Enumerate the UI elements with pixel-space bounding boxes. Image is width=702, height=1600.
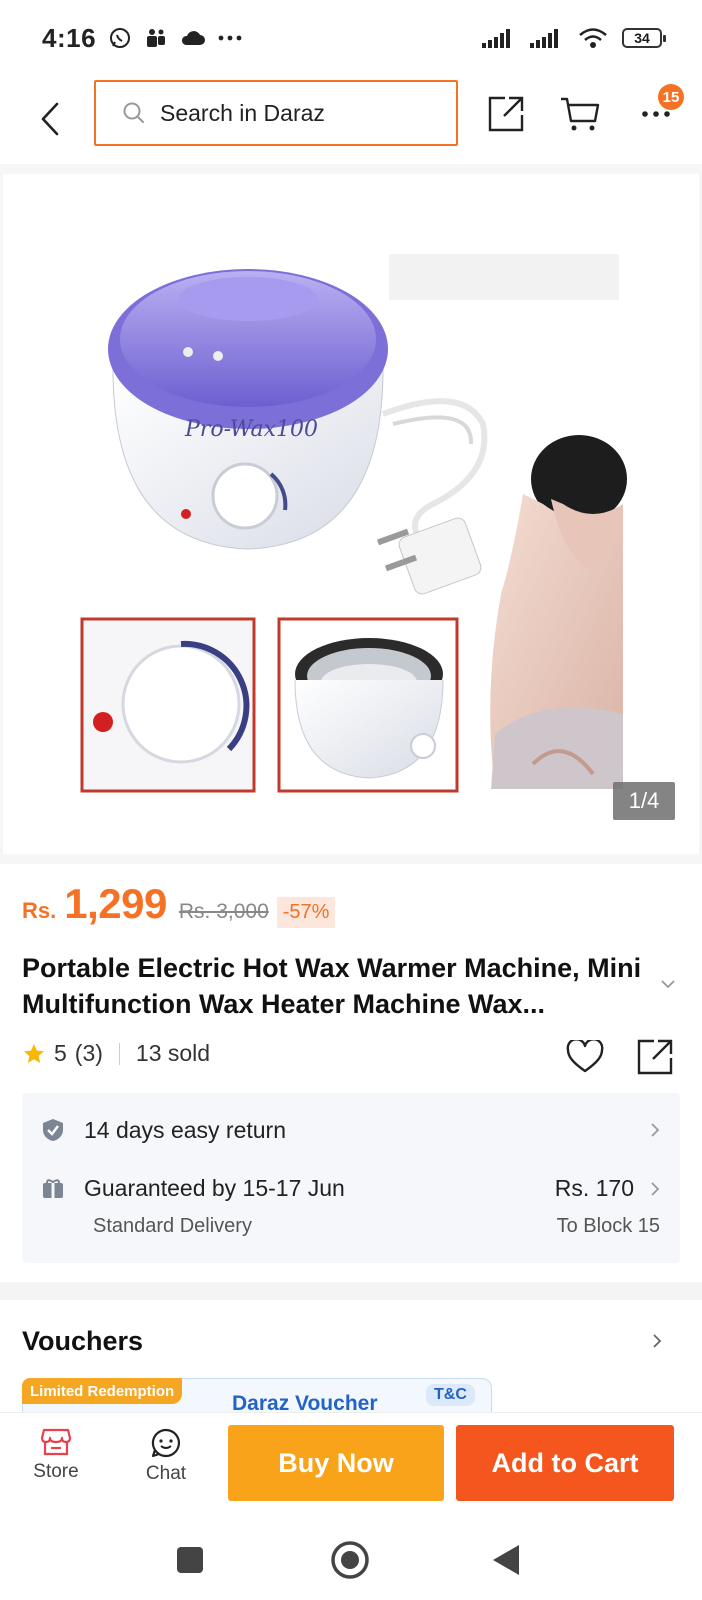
wishlist-button[interactable]: [562, 1034, 608, 1080]
search-icon: [123, 102, 144, 123]
chevron-down-icon: [661, 980, 675, 989]
share-product-button[interactable]: [632, 1034, 678, 1080]
teams-icon: [144, 26, 168, 50]
price-currency: Rs.: [22, 898, 57, 923]
signal-icon: [530, 28, 564, 48]
rating-score: 5: [54, 1040, 67, 1066]
cart-icon: [561, 97, 600, 131]
section-divider: [0, 1282, 702, 1300]
back-button[interactable]: [30, 94, 70, 144]
chat-button[interactable]: Chat: [126, 1427, 206, 1485]
store-icon: [40, 1428, 72, 1456]
cart-button[interactable]: [556, 90, 604, 138]
delivery-date: Guaranteed by 15-17 Jun: [84, 1175, 345, 1201]
battery-icon: 34: [622, 28, 666, 48]
vouchers-more-button[interactable]: [652, 1333, 662, 1354]
chevron-right-icon: [651, 1182, 660, 1196]
chevron-right-icon: [651, 1123, 660, 1137]
service-info-card: 14 days easy return Guaranteed by 15-17 …: [22, 1093, 680, 1263]
product-gallery[interactable]: Pro-Wax100 1/4: [0, 164, 702, 864]
product-image[interactable]: Pro-Wax100 1/4: [3, 174, 699, 854]
more-dots-icon: [218, 34, 242, 42]
buy-now-button[interactable]: Buy Now: [228, 1425, 444, 1501]
more-icon: [642, 111, 670, 117]
recent-apps-button[interactable]: [168, 1538, 212, 1582]
share-icon: [488, 96, 524, 132]
delivery-location: To Block 15: [556, 1215, 660, 1237]
system-navigation-bar: [0, 1516, 702, 1600]
more-button[interactable]: 15: [632, 84, 684, 138]
chevron-right-icon: [653, 1334, 662, 1348]
svg-text:Pro-Wax100: Pro-Wax100: [184, 417, 318, 442]
limited-redemption-badge: Limited Redemption: [22, 1378, 183, 1404]
bottom-action-bar: Store Chat Buy Now Add to Cart: [0, 1412, 702, 1516]
cart-badge: 15: [658, 84, 684, 110]
delivery-row[interactable]: Guaranteed by 15-17 Jun Standard Deliver…: [22, 1175, 680, 1251]
rating-row[interactable]: 5 (3) 13 sold: [22, 1040, 210, 1067]
delivery-type: Standard Delivery: [93, 1215, 252, 1237]
status-bar: 4:16 34: [0, 0, 702, 76]
triangle-back-icon: [493, 1545, 519, 1575]
search-input[interactable]: Search in Daraz: [94, 80, 458, 146]
whatsapp-icon: [108, 26, 132, 50]
original-price: Rs. 3,000: [178, 900, 269, 923]
share-icon: [637, 1039, 673, 1075]
shield-icon: [43, 1119, 63, 1141]
tnc-link[interactable]: T&C: [426, 1384, 475, 1406]
square-icon: [177, 1547, 203, 1573]
cloud-icon: [180, 28, 206, 48]
vouchers-title: Vouchers: [22, 1326, 144, 1356]
top-navigation: Search in Daraz 15: [0, 76, 702, 164]
voucher-name: Daraz Voucher: [232, 1392, 378, 1412]
home-button[interactable]: [328, 1538, 372, 1582]
gift-box-icon: [43, 1179, 63, 1198]
wax-warmer-illustration: Pro-Wax100: [80, 254, 627, 793]
heart-icon: [566, 1040, 604, 1073]
return-policy-text: 14 days easy return: [84, 1116, 287, 1143]
sold-count: 13 sold: [135, 1040, 211, 1066]
discount-badge: -57%: [276, 897, 336, 928]
store-label: Store: [33, 1461, 79, 1482]
status-time: 4:16: [42, 22, 97, 53]
system-back-button[interactable]: [484, 1538, 528, 1582]
chat-icon: [151, 1428, 181, 1458]
search-placeholder: Search in Daraz: [160, 99, 325, 126]
back-icon: [41, 102, 59, 136]
product-title: Portable Electric Hot Wax Warmer Machine…: [22, 953, 642, 1019]
store-button[interactable]: Store: [16, 1427, 96, 1483]
wifi-icon: [578, 27, 608, 49]
voucher-card[interactable]: Limited Redemption Daraz Voucher T&C: [22, 1378, 492, 1412]
chat-label: Chat: [145, 1463, 187, 1484]
delivery-fee: Rs. 170: [554, 1175, 634, 1201]
image-counter: 1/4: [613, 782, 675, 820]
add-to-cart-button[interactable]: Add to Cart: [456, 1425, 674, 1501]
home-circle-icon: [331, 1541, 369, 1579]
current-price: 1,299: [64, 880, 167, 927]
rating-count: (3): [74, 1040, 103, 1066]
signal-icon: [482, 28, 516, 48]
expand-title-button[interactable]: [660, 976, 676, 994]
share-button[interactable]: [482, 90, 530, 138]
price-row: Rs. 1,299 Rs. 3,000 -57%: [22, 880, 336, 928]
divider: [118, 1042, 120, 1065]
star-icon: [24, 1043, 44, 1063]
return-policy-row[interactable]: 14 days easy return: [22, 1109, 680, 1151]
